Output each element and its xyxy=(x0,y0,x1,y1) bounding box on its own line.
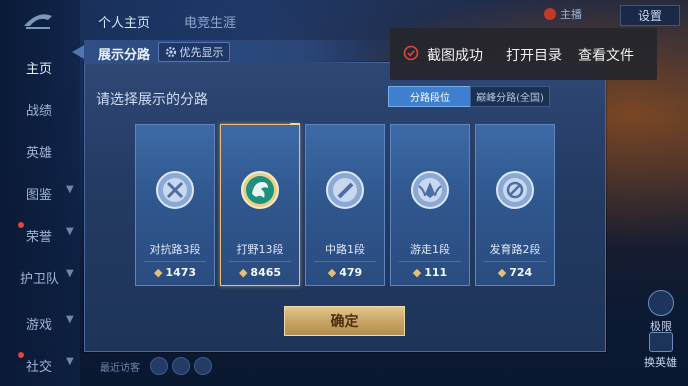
lane-name: 游走1段 xyxy=(410,243,450,256)
sidebar-item-label: 战绩 xyxy=(26,104,53,119)
shield-sword-emblem-icon xyxy=(156,171,194,209)
lane-points: ◆ 8465 xyxy=(221,266,299,279)
notification-dot xyxy=(18,352,24,358)
jungle-dragon-emblem-icon xyxy=(241,171,279,209)
toast-message: 截图成功 xyxy=(427,48,483,64)
lane-name: 打野13段 xyxy=(236,243,284,256)
lane-points-value: 479 xyxy=(339,266,363,279)
hero-emblem-icon xyxy=(648,290,674,316)
chevron-down-icon: ▼ xyxy=(66,268,74,279)
tab-esports[interactable]: 电竞生涯 xyxy=(184,12,236,31)
bow-target-emblem-icon xyxy=(496,171,534,209)
tab-peak-lane[interactable]: 巅峰分路(全国) xyxy=(470,86,550,107)
chevron-down-icon: ▼ xyxy=(66,226,74,237)
lane-points: ◆ 1473 xyxy=(136,266,214,279)
gear-icon xyxy=(165,46,176,58)
right-side-label-1[interactable]: 极限 xyxy=(648,290,674,334)
lane-name: 发育路2段 xyxy=(489,243,541,256)
sidebar-item-label: 社交 xyxy=(26,360,53,375)
priority-display-label: 优先显示 xyxy=(179,46,224,59)
visitor-avatar[interactable] xyxy=(194,357,212,375)
lane-card-mid[interactable]: 中路1段 ◆ 479 xyxy=(305,124,385,286)
points-icon: ◆ xyxy=(412,266,422,279)
recent-visitors-label: 最近访客 xyxy=(100,363,140,374)
lane-card-bottom[interactable]: 发育路2段 ◆ 724 xyxy=(475,124,555,286)
open-directory-link[interactable]: 打开目录 xyxy=(506,45,562,65)
divider xyxy=(144,261,206,262)
points-icon: ◆ xyxy=(327,266,337,279)
divider xyxy=(399,261,461,262)
visitor-avatar[interactable] xyxy=(172,357,190,375)
divider xyxy=(229,261,291,262)
visitor-avatar[interactable] xyxy=(150,357,168,375)
points-icon: ◆ xyxy=(238,266,248,279)
sidebar-item-label: 英雄 xyxy=(26,146,53,161)
user-mini-label: 主播 xyxy=(560,8,582,21)
view-file-link[interactable]: 查看文件 xyxy=(578,45,634,65)
sidebar-item-label: 护卫队 xyxy=(20,272,60,287)
screenshot-toast: 截图成功 打开目录 查看文件 xyxy=(390,28,657,80)
chevron-down-icon: ▼ xyxy=(66,314,74,325)
lane-points-value: 724 xyxy=(509,266,533,279)
modal-title: 展示分路 xyxy=(98,48,151,63)
corner-ornament-icon xyxy=(290,123,300,125)
game-logo-icon xyxy=(24,14,52,29)
priority-display-button[interactable]: 优先显示 xyxy=(158,42,230,62)
mid-lane-emblem-icon xyxy=(326,171,364,209)
user-mini[interactable]: 主播 xyxy=(544,6,582,22)
avatar-icon xyxy=(544,8,556,20)
sidebar-item-label: 主页 xyxy=(26,62,53,77)
chevron-down-icon: ▼ xyxy=(66,184,74,195)
points-icon: ◆ xyxy=(497,266,507,279)
lane-points: ◆ 111 xyxy=(391,266,469,279)
lane-points: ◆ 479 xyxy=(306,266,384,279)
confirm-button[interactable]: 确定 xyxy=(284,306,405,336)
notification-dot xyxy=(18,222,24,228)
settings-button[interactable]: 设置 xyxy=(620,5,680,26)
switch-hero-label: 换英雄 xyxy=(644,356,677,369)
chevron-down-icon: ▼ xyxy=(66,356,74,367)
lane-points-value: 1473 xyxy=(165,266,197,279)
lane-points-value: 111 xyxy=(424,266,448,279)
switch-hero-icon xyxy=(648,332,673,352)
sidebar-item-label: 图鉴 xyxy=(26,188,53,203)
sidebar-item-label: 荣誉 xyxy=(26,230,53,245)
switch-hero-button[interactable]: 换英雄 xyxy=(644,332,677,370)
lane-points: ◆ 724 xyxy=(476,266,554,279)
lane-name: 对抗路3段 xyxy=(149,243,201,256)
divider xyxy=(484,261,546,262)
success-check-icon xyxy=(403,45,419,61)
lane-card-roam[interactable]: 游走1段 ◆ 111 xyxy=(390,124,470,286)
lane-card-jungle[interactable]: 打野13段 ◆ 8465 xyxy=(220,123,300,286)
tab-profile[interactable]: 个人主页 xyxy=(98,12,150,31)
lane-name: 中路1段 xyxy=(325,243,365,256)
tab-lane-rank[interactable]: 分路段位 xyxy=(388,86,472,107)
sidebar-item-label: 游戏 xyxy=(26,318,53,333)
lane-card-top[interactable]: 对抗路3段 ◆ 1473 xyxy=(135,124,215,286)
roam-wings-emblem-icon xyxy=(411,171,449,209)
modal-subtitle: 请选择展示的分路 xyxy=(96,92,208,108)
points-icon: ◆ xyxy=(153,266,163,279)
divider xyxy=(314,261,376,262)
lane-points-value: 8465 xyxy=(250,266,282,279)
